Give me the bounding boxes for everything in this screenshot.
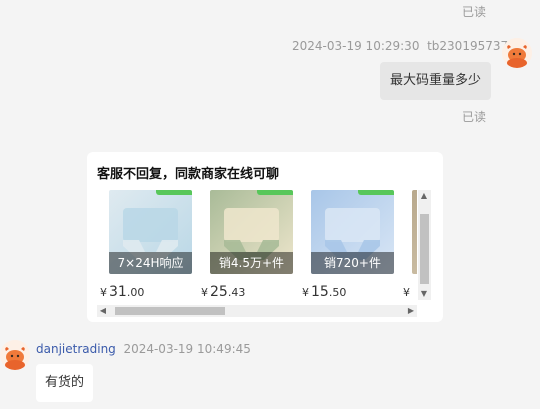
price-decimal: .43 [227,286,246,299]
avatar-icon [0,340,30,370]
avatar-icon [502,38,532,68]
scroll-right-icon[interactable]: ▶ [405,305,417,317]
message-timestamp: 2024-03-19 10:29:30 [292,39,420,53]
product-image[interactable] [412,190,417,274]
product-item[interactable]: 销720+件 ¥15.50 [299,190,394,305]
price-decimal: .50 [328,286,347,299]
product-price: ¥ [403,284,412,300]
currency-symbol: ¥ [403,286,410,299]
garment-icon [412,190,417,274]
incoming-message-bubble[interactable]: 有货的 [36,364,94,402]
recommendation-card: 客服不回复，同款商家在线可聊 7×24H响应 ¥31.00 销4.5万+件 ¥25.4… [87,152,443,322]
product-image[interactable]: 7×24H响应 [109,190,192,274]
product-price: ¥31.00 [100,284,144,300]
product-price: ¥15.50 [302,284,346,300]
product-badge: 7×24H响应 [109,252,192,274]
promo-tag [257,190,293,195]
incoming-meta: danjietrading 2024-03-19 10:49:45 [36,342,251,356]
merchant-avatar[interactable] [0,340,30,370]
promo-tag [358,190,394,195]
my-avatar[interactable] [502,38,532,68]
product-item[interactable]: 7×24H响应 ¥31.00 [97,190,192,305]
currency-symbol: ¥ [201,286,208,299]
price-integer: 25 [210,284,228,300]
horizontal-scrollbar[interactable]: ◀ ▶ [97,305,417,317]
product-item[interactable]: ¥ [400,190,417,305]
outgoing-message-bubble[interactable]: 最大码重量多少 [380,62,492,100]
vertical-scrollbar[interactable]: ▲ ▼ [418,190,431,300]
promo-tag [156,190,192,195]
product-image[interactable]: 销4.5万+件 [210,190,293,274]
price-decimal: .00 [126,286,145,299]
product-price: ¥25.43 [201,284,245,300]
outgoing-meta: 2024-03-19 10:29:30 tb230195737 [292,39,508,53]
product-image[interactable]: 销720+件 [311,190,394,274]
product-carousel[interactable]: 7×24H响应 ¥31.00 销4.5万+件 ¥25.43 销720+件 ¥15.50 ¥ [97,190,417,305]
product-item[interactable]: 销4.5万+件 ¥25.43 [198,190,293,305]
read-receipt: 已读 [462,5,487,19]
sender-name: tb230195737 [427,39,509,53]
read-receipt: 已读 [462,110,487,124]
price-integer: 15 [311,284,329,300]
price-integer: 31 [109,284,127,300]
card-title: 客服不回复，同款商家在线可聊 [97,167,280,182]
scroll-left-icon[interactable]: ◀ [97,305,109,317]
product-badge: 销720+件 [311,252,394,274]
vertical-scroll-thumb[interactable] [420,214,429,284]
currency-symbol: ¥ [100,286,107,299]
scroll-down-icon[interactable]: ▼ [418,288,430,300]
scroll-up-icon[interactable]: ▲ [418,190,430,202]
product-badge: 销4.5万+件 [210,252,293,274]
horizontal-scroll-thumb[interactable] [115,307,225,315]
sender-name-link[interactable]: danjietrading [36,342,116,356]
message-timestamp: 2024-03-19 10:49:45 [123,342,251,356]
currency-symbol: ¥ [302,286,309,299]
